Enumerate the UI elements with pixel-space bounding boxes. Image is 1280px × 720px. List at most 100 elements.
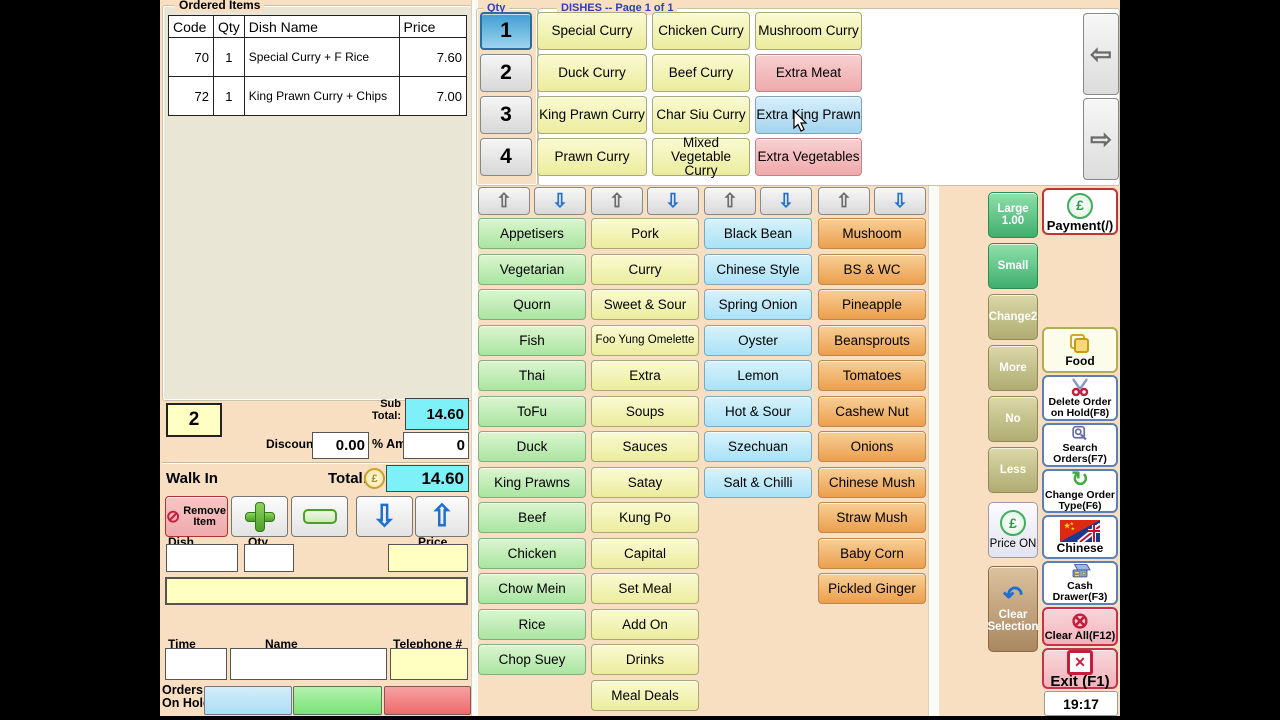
category-button[interactable]: Set Meal (591, 573, 699, 604)
category-button[interactable]: Thai (478, 360, 586, 391)
hold-slot-green[interactable] (293, 686, 382, 715)
hold-slot-blue[interactable] (204, 686, 292, 715)
category-button[interactable]: Beansprouts (818, 325, 926, 356)
size-large-button[interactable]: Large 1.00 (988, 192, 1038, 238)
category-button[interactable]: Appetisers (478, 218, 586, 249)
move-item-up-button[interactable]: ⇧ (415, 496, 469, 537)
qty-option-1[interactable]: 1 (480, 12, 532, 50)
qty-input[interactable] (244, 544, 294, 572)
telephone-input[interactable] (390, 648, 468, 680)
category-button[interactable]: ToFu (478, 396, 586, 427)
dish-button[interactable]: Chicken Curry (652, 12, 750, 50)
food-button[interactable]: Food (1042, 327, 1118, 373)
table-row[interactable]: 70 1 Special Curry + F Rice 7.60 (169, 38, 467, 77)
category-button[interactable]: Capital (591, 538, 699, 569)
category-button[interactable]: Foo Yung Omelette (591, 325, 699, 356)
scroll-down-col3[interactable]: ⇩ (760, 187, 812, 215)
increase-qty-button[interactable] (231, 496, 288, 537)
no-button[interactable]: No (988, 396, 1038, 442)
dish-button[interactable]: Extra Vegetables (755, 138, 862, 176)
qty-option-3[interactable]: 3 (480, 96, 532, 134)
category-button[interactable]: Baby Corn (818, 538, 926, 569)
category-button[interactable]: Quorn (478, 289, 586, 320)
hold-slot-red[interactable] (384, 686, 471, 715)
change-order-type-button[interactable]: ↻ Change Order Type(F6) (1042, 469, 1118, 513)
category-button[interactable]: Hot & Sour (704, 396, 812, 427)
dish-button[interactable]: Char Siu Curry (652, 96, 750, 134)
category-button[interactable]: Cashew Nut (818, 396, 926, 427)
category-button[interactable]: Chicken (478, 538, 586, 569)
scroll-up-col4[interactable]: ⇧ (818, 187, 870, 215)
category-button[interactable]: King Prawns (478, 467, 586, 498)
clear-selection-button[interactable]: ↶ ClearSelection (988, 566, 1038, 652)
category-button[interactable]: Extra (591, 360, 699, 391)
size-small-button[interactable]: Small (988, 243, 1038, 289)
dish-button[interactable]: Beef Curry (652, 54, 750, 92)
discount-percent-field[interactable]: 0.00 (312, 432, 369, 459)
category-button[interactable]: Soups (591, 396, 699, 427)
discount-amount-field[interactable]: 0 (403, 432, 469, 459)
category-button[interactable]: Beef (478, 502, 586, 533)
category-button[interactable]: Lemon (704, 360, 812, 391)
scroll-down-col4[interactable]: ⇩ (874, 187, 926, 215)
dish-button[interactable]: Mushroom Curry (755, 12, 862, 50)
next-page-button[interactable]: ⇨ (1083, 98, 1119, 180)
move-item-down-button[interactable]: ⇩ (356, 496, 413, 537)
category-button[interactable]: BS & WC (818, 254, 926, 285)
prev-page-button[interactable]: ⇦ (1083, 13, 1119, 95)
exit-button[interactable]: ✕ Exit (F1) (1042, 648, 1118, 689)
category-button[interactable]: Pork (591, 218, 699, 249)
category-button[interactable]: Rice (478, 609, 586, 640)
scroll-up-col2[interactable]: ⇧ (591, 187, 643, 215)
scroll-down-col2[interactable]: ⇩ (647, 187, 699, 215)
category-button[interactable]: Curry (591, 254, 699, 285)
scroll-up-col3[interactable]: ⇧ (704, 187, 756, 215)
scroll-down-col1[interactable]: ⇩ (534, 187, 586, 215)
qty-option-2[interactable]: 2 (480, 54, 532, 92)
category-button[interactable]: Straw Mush (818, 502, 926, 533)
category-button[interactable]: Pickled Ginger (818, 573, 926, 604)
category-button[interactable]: Chop Suey (478, 644, 586, 675)
category-button[interactable]: Black Bean (704, 218, 812, 249)
category-button[interactable]: Spring Onion (704, 289, 812, 320)
price-on-button[interactable]: £ Price ON (988, 502, 1038, 558)
dish-code-input[interactable] (166, 544, 238, 572)
category-button[interactable]: Add On (591, 609, 699, 640)
category-button[interactable]: Fish (478, 325, 586, 356)
category-button[interactable]: Kung Po (591, 502, 699, 533)
payment-button[interactable]: £ Payment(/) (1042, 188, 1118, 235)
category-button[interactable]: Chinese Mush (818, 467, 926, 498)
dish-button[interactable]: King Prawn Curry (537, 96, 647, 134)
category-button[interactable]: Satay (591, 467, 699, 498)
dish-button[interactable]: Special Curry (537, 12, 647, 50)
category-button[interactable]: Meal Deals (591, 680, 699, 711)
dish-button[interactable]: Mixed Vegetable Curry (652, 138, 750, 176)
category-button[interactable]: Salt & Chilli (704, 467, 812, 498)
time-input[interactable] (165, 648, 227, 680)
category-button[interactable]: Vegetarian (478, 254, 586, 285)
category-button[interactable]: Chow Mein (478, 573, 586, 604)
less-button[interactable]: Less (988, 447, 1038, 493)
dish-button[interactable]: Extra Meat (755, 54, 862, 92)
decrease-qty-button[interactable] (291, 496, 348, 537)
category-button[interactable]: Onions (818, 431, 926, 462)
category-button[interactable]: Drinks (591, 644, 699, 675)
scroll-up-col1[interactable]: ⇧ (478, 187, 530, 215)
category-button[interactable]: Chinese Style (704, 254, 812, 285)
category-button[interactable]: Oyster (704, 325, 812, 356)
table-row[interactable]: 72 1 King Prawn Curry + Chips 7.00 (169, 77, 467, 116)
category-button[interactable]: Duck (478, 431, 586, 462)
delete-order-on-hold-button[interactable]: Delete Order on Hold(F8) (1042, 375, 1118, 421)
dish-button[interactable]: Duck Curry (537, 54, 647, 92)
change2-button[interactable]: Change2 (988, 294, 1038, 340)
cash-drawer-button[interactable]: Cash Drawer(F3) (1042, 561, 1118, 605)
category-button[interactable]: Pineapple (818, 289, 926, 320)
category-button[interactable]: Mushoom (818, 218, 926, 249)
category-button[interactable]: Sauces (591, 431, 699, 462)
more-button[interactable]: More (988, 345, 1038, 391)
category-button[interactable]: Tomatoes (818, 360, 926, 391)
dish-button[interactable]: Prawn Curry (537, 138, 647, 176)
remove-item-button[interactable]: ⊘ Remove Item (165, 496, 228, 537)
language-toggle-button[interactable]: ★ ★ ★ Chinese (1042, 515, 1118, 559)
category-button[interactable]: Szechuan (704, 431, 812, 462)
